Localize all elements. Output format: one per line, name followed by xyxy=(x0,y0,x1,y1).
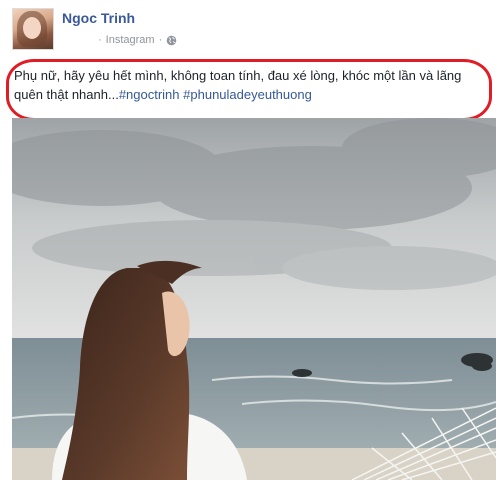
hashtag-phunuladeyeuthuong[interactable]: #phunuladeyeuthuong xyxy=(183,87,312,102)
separator-dot-2: · xyxy=(158,34,163,46)
facebook-post: Ngoc Trinh · Instagram · Phụ nữ, hãy yêu… xyxy=(0,0,500,480)
post-header: Ngoc Trinh · Instagram · xyxy=(0,0,500,58)
beach-photo-illustration xyxy=(12,118,496,480)
avatar[interactable] xyxy=(12,8,54,50)
hashtag-ngoctrinh[interactable]: #ngoctrinh xyxy=(119,87,180,102)
avatar-face xyxy=(23,17,41,39)
author-name[interactable]: Ngoc Trinh xyxy=(62,10,135,26)
post-meta: · Instagram · xyxy=(98,34,177,46)
post-source[interactable]: Instagram xyxy=(106,34,155,46)
separator-dot: · xyxy=(98,34,102,46)
globe-icon[interactable] xyxy=(166,35,177,46)
status-text: Phụ nữ, hãy yêu hết mình, không toan tín… xyxy=(14,66,484,104)
post-photo[interactable] xyxy=(12,118,496,480)
